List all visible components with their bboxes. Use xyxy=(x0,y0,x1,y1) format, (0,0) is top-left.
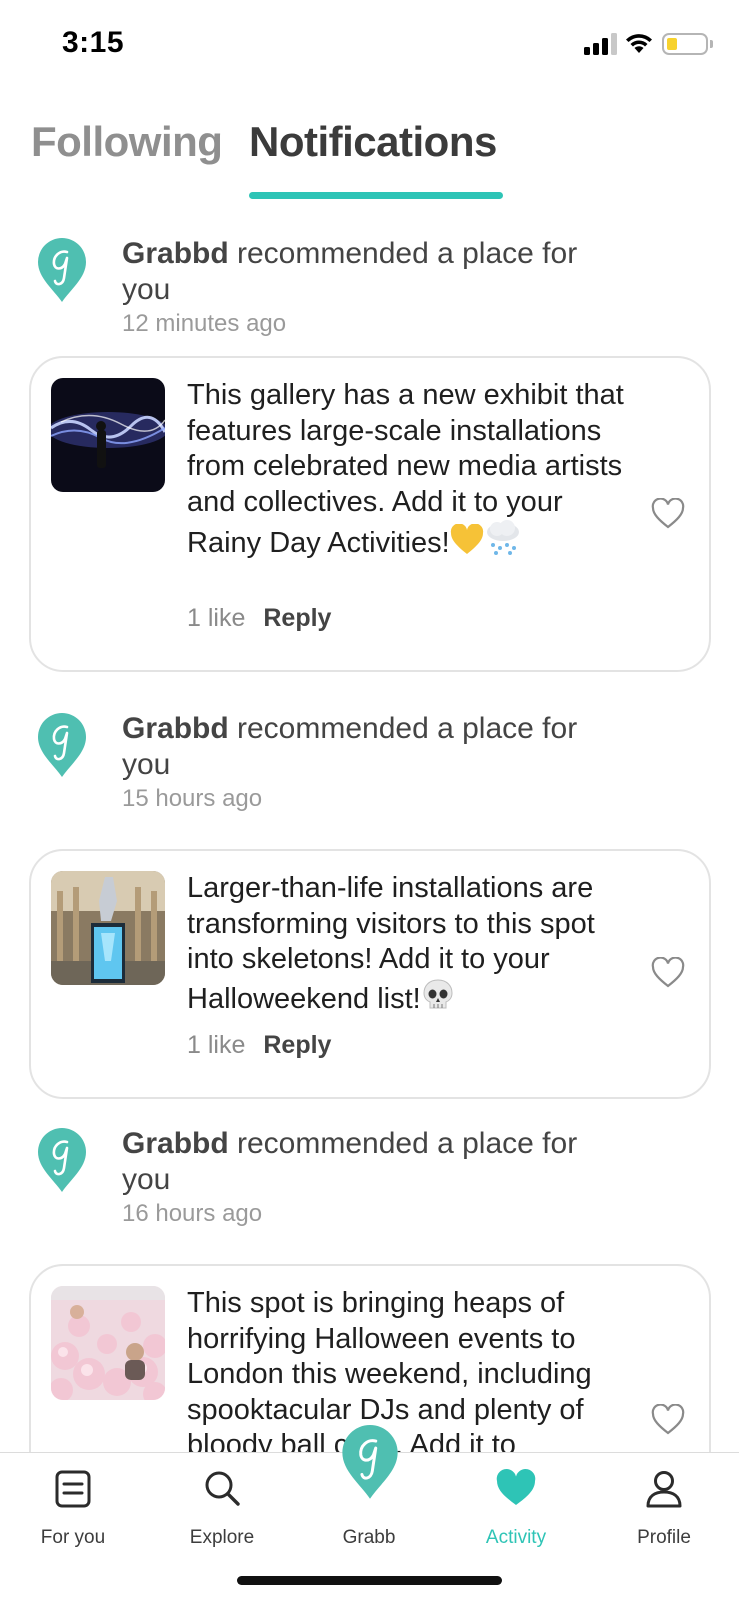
notification-time: 12 minutes ago xyxy=(122,310,287,337)
recommendation-card[interactable]: Larger-than-life installations are trans… xyxy=(29,849,711,1099)
card-meta: 1 like Reply xyxy=(187,604,331,633)
heart-icon xyxy=(496,1468,536,1505)
home-indicator xyxy=(237,1576,502,1585)
nav-label: Profile xyxy=(637,1527,691,1548)
sender-name[interactable]: Grabbd xyxy=(122,712,229,745)
nav-label: For you xyxy=(40,1527,106,1548)
nav-label: Activity xyxy=(485,1527,547,1548)
card-meta: 1 like Reply xyxy=(187,1031,331,1060)
tab-bar: Following Notifications xyxy=(0,118,739,208)
yellow-heart-emoji-icon xyxy=(450,524,483,554)
reply-button[interactable]: Reply xyxy=(263,1031,331,1059)
grabbd-logo-icon[interactable] xyxy=(36,238,88,304)
recommendation-card[interactable]: This gallery has a new exhibit that feat… xyxy=(29,356,711,672)
content-area: Following Notifications Grabbd recommend… xyxy=(0,0,739,1452)
notification-time: 15 hours ago xyxy=(122,785,263,812)
like-count[interactable]: 1 like xyxy=(187,604,245,632)
like-count[interactable]: 1 like xyxy=(187,1031,245,1059)
search-icon xyxy=(205,1471,240,1506)
nav-profile[interactable]: Profile xyxy=(594,1467,734,1549)
notification-header: Grabbd recommended a place for you xyxy=(122,711,582,783)
nav-label: Explore xyxy=(189,1527,255,1548)
place-thumbnail[interactable] xyxy=(51,1286,165,1400)
place-thumbnail[interactable] xyxy=(51,378,165,492)
grabbd-logo-icon[interactable] xyxy=(340,1425,400,1501)
grabbd-logo-icon[interactable] xyxy=(36,1128,88,1194)
active-tab-indicator xyxy=(249,192,503,199)
skull-emoji-icon xyxy=(423,978,453,1008)
notification-time: 16 hours ago xyxy=(122,1200,263,1227)
like-heart-icon[interactable] xyxy=(651,957,685,989)
like-heart-icon[interactable] xyxy=(651,1404,685,1436)
reply-button[interactable]: Reply xyxy=(263,604,331,632)
rain-cloud-emoji-icon xyxy=(486,520,519,555)
recommendation-card[interactable]: This spot is bringing heaps of horrifyin… xyxy=(29,1264,711,1452)
notification-header: Grabbd recommended a place for you xyxy=(122,236,582,308)
sender-name[interactable]: Grabbd xyxy=(122,237,229,270)
sender-name[interactable]: Grabbd xyxy=(122,1127,229,1160)
nav-label: Grabb xyxy=(342,1527,396,1548)
grabbd-logo-icon[interactable] xyxy=(36,713,88,779)
tab-notifications[interactable]: Notifications xyxy=(249,118,497,166)
like-heart-icon[interactable] xyxy=(651,498,685,530)
recommendation-text: This gallery has a new exhibit that feat… xyxy=(187,379,624,559)
nav-activity[interactable]: Activity xyxy=(446,1467,586,1549)
notification-header: Grabbd recommended a place for you xyxy=(122,1126,582,1198)
nav-explore[interactable]: Explore xyxy=(152,1467,292,1549)
profile-icon xyxy=(646,1471,682,1508)
nav-for-you[interactable]: For you xyxy=(3,1467,143,1549)
tab-following[interactable]: Following xyxy=(31,118,223,166)
place-thumbnail[interactable] xyxy=(51,871,165,985)
recommendation-text: Larger-than-life installations are trans… xyxy=(187,872,595,1015)
feed-icon xyxy=(55,1470,91,1508)
recommendation-text: This spot is bringing heaps of horrifyin… xyxy=(187,1287,592,1452)
